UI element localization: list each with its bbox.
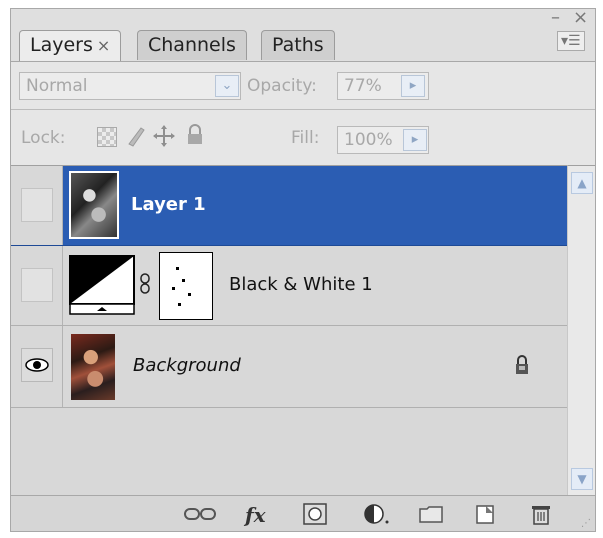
lock-all-icon[interactable] xyxy=(185,124,205,146)
scroll-down-icon[interactable]: ▼ xyxy=(571,468,593,490)
layers-panel: Layers × Channels Paths – × ▾☰ Normal ⌄ O… xyxy=(10,7,596,532)
panel-menu-icon[interactable]: ▾☰ xyxy=(557,31,585,51)
adjustment-thumbnail-icon xyxy=(69,255,135,315)
eye-icon xyxy=(25,358,49,372)
visibility-box[interactable] xyxy=(21,268,53,302)
adjustment-layer-icon[interactable] xyxy=(363,503,393,525)
opacity-value: 77% xyxy=(344,76,382,96)
lock-image-pixels-icon[interactable] xyxy=(125,124,147,148)
close-panel-icon[interactable]: × xyxy=(573,7,588,28)
layer-row-layer-1[interactable]: Layer 1 xyxy=(11,166,567,246)
tab-layers[interactable]: Layers × xyxy=(19,30,122,61)
layer-name[interactable]: Layer 1 xyxy=(131,194,206,215)
tab-paths[interactable]: Paths xyxy=(261,30,335,60)
layer-row-background[interactable]: Background xyxy=(11,326,567,408)
blend-mode-dropdown-icon[interactable]: ⌄ xyxy=(215,75,239,97)
blend-mode-value: Normal xyxy=(26,76,88,96)
lock-options-row: Lock: Fill: 100% ▸ xyxy=(11,109,595,165)
tab-channels-label: Channels xyxy=(148,34,236,56)
lock-transparent-pixels-icon[interactable] xyxy=(97,127,117,147)
layers-list: Layer 1 Black & White 1 Background xyxy=(11,165,567,497)
trash-icon[interactable] xyxy=(531,503,551,525)
visibility-toggle[interactable] xyxy=(11,246,63,325)
layer-mask-icon[interactable] xyxy=(303,503,327,525)
layer-thumbnail xyxy=(71,334,115,400)
layer-thumbnail xyxy=(69,171,119,239)
layers-scrollbar[interactable]: ▲ ▼ xyxy=(567,165,595,497)
minimize-icon[interactable]: – xyxy=(551,7,560,28)
locked-layer-icon xyxy=(516,355,528,374)
panel-tab-bar: Layers × Channels Paths – × ▾☰ xyxy=(11,7,595,61)
layer-name[interactable]: Background xyxy=(133,355,241,376)
mask-link-icon[interactable] xyxy=(139,273,151,295)
layer-name[interactable]: Black & White 1 xyxy=(229,274,373,295)
opacity-slider-arrow-icon[interactable]: ▸ xyxy=(401,75,425,97)
layer-mask-thumbnail xyxy=(159,252,213,320)
link-layers-icon[interactable] xyxy=(183,503,217,525)
scroll-up-icon[interactable]: ▲ xyxy=(571,172,593,194)
new-layer-icon[interactable] xyxy=(473,503,497,525)
visibility-toggle[interactable] xyxy=(11,166,63,245)
visibility-box[interactable] xyxy=(21,188,53,222)
fill-slider-arrow-icon[interactable]: ▸ xyxy=(403,129,427,151)
layer-row-black-white-1[interactable]: Black & White 1 xyxy=(11,246,567,326)
tab-close-icon[interactable]: × xyxy=(97,36,110,55)
fx-icon[interactable]: fx xyxy=(245,503,266,527)
lock-position-icon[interactable] xyxy=(153,124,175,148)
visibility-toggle[interactable] xyxy=(11,326,63,407)
panel-footer: fx ⋰ xyxy=(11,495,595,531)
fill-value: 100% xyxy=(344,130,393,150)
tab-layers-label: Layers xyxy=(30,34,93,56)
blend-mode-select[interactable]: Normal xyxy=(19,72,241,100)
fill-label: Fill: xyxy=(291,128,320,148)
resize-grip-icon[interactable]: ⋰ xyxy=(581,518,591,529)
tab-channels[interactable]: Channels xyxy=(137,30,247,60)
visibility-box[interactable] xyxy=(21,348,53,382)
group-folder-icon[interactable] xyxy=(419,503,443,525)
opacity-label: Opacity: xyxy=(247,76,317,96)
blend-options-row: Normal ⌄ Opacity: 77% ▸ xyxy=(11,61,595,109)
lock-label: Lock: xyxy=(21,128,66,148)
tab-paths-label: Paths xyxy=(272,34,324,56)
